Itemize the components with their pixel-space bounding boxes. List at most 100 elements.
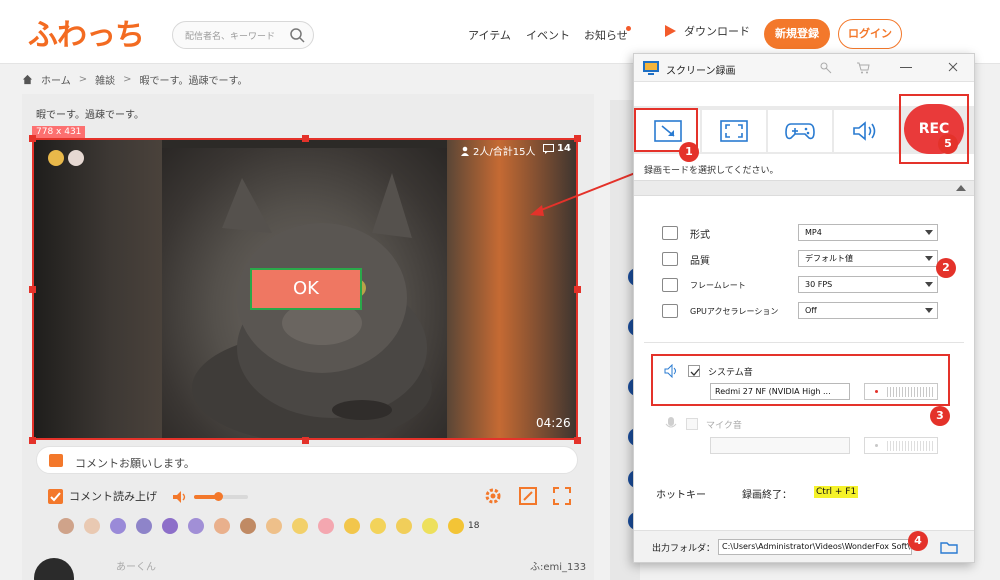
resize-handle[interactable] [574,437,581,444]
read-aloud-label: コメント読み上げ [69,490,157,503]
login-button[interactable]: ログイン [838,19,902,49]
hotkey-key[interactable]: Ctrl + F1 [814,486,859,498]
stamp-bar: 18 [58,518,479,534]
divider [644,342,964,343]
hotkey-label: ホットキー [656,490,706,501]
game-mode-button[interactable] [768,110,832,152]
output-folder-label: 出力フォルダ： [652,544,716,554]
volume-knob[interactable] [214,492,224,501]
gpu-icon [662,304,678,318]
stamp-icon[interactable] [58,518,74,534]
video-timecode: 04:26 [536,416,571,430]
register-button[interactable]: 新規登録 [764,19,830,49]
chevron-down-icon [925,256,933,261]
stamp-icon[interactable] [292,518,308,534]
mode-hint: 録画モードを選択してください。 [644,166,779,176]
viewer-count: 2人/合計15人 [460,143,535,158]
volume-control[interactable] [172,490,248,504]
site-logo[interactable]: ふわっち [28,12,145,53]
fullscreen-icon [720,120,748,142]
volume-slider[interactable] [194,492,248,501]
mic-label: マイク音 [706,420,742,431]
cart-icon[interactable] [856,62,870,74]
comment-icon [543,143,554,154]
comment-user-id: ふ:emi_133 [530,562,587,573]
comment-input[interactable]: コメントお願いします。 [36,446,578,474]
resize-handle[interactable] [574,135,581,142]
framerate-row: フレームレート [662,276,746,294]
collapse-arrow-icon[interactable] [956,185,966,191]
nav-items[interactable]: アイテム [468,27,511,43]
format-row: 形式 [662,224,710,242]
stamp-icon[interactable] [240,518,256,534]
checkmark-icon [50,491,61,501]
output-path-field[interactable]: C:\Users\Administrator\Videos\WonderFox … [718,539,912,555]
stamp-icon[interactable] [370,518,386,534]
breadcrumb-category[interactable]: 雑談 [95,72,115,87]
video-badges [48,150,84,166]
quality-row: 品質 [662,250,710,268]
stamp-icon[interactable] [162,518,178,534]
framerate-select[interactable]: 30 FPS [798,276,938,293]
comment-icon [49,454,63,467]
stamp-icon[interactable] [448,518,464,534]
annotation-badge-2: 2 [936,258,956,278]
resize-handle[interactable] [29,437,36,444]
stamp-icon[interactable] [188,518,204,534]
download-link[interactable]: ダウンロード [662,23,750,39]
gpu-select[interactable]: Off [798,302,938,319]
gamepad-icon [785,123,815,140]
read-aloud-toggle[interactable]: コメント読み上げ [48,488,157,504]
resize-handle[interactable] [29,135,36,142]
monitor-icon [643,61,659,75]
mic-checkbox[interactable] [686,418,698,430]
app-play-icon [665,25,676,37]
nav-notices[interactable]: お知らせ [584,27,628,43]
format-icon [662,226,678,240]
picture-in-picture-icon[interactable] [518,486,538,506]
annotation-box-5 [899,94,969,164]
resize-handle[interactable] [302,135,309,142]
search-icon[interactable] [289,27,305,43]
key-icon[interactable] [820,62,832,74]
stamp-icon[interactable] [136,518,152,534]
annotation-badge-4: 4 [908,531,928,551]
resize-handle[interactable] [302,437,309,444]
stamp-icon[interactable] [422,518,438,534]
mic-device-select[interactable] [710,437,850,454]
ok-button[interactable]: OK [250,268,362,310]
stamp-icon[interactable] [396,518,412,534]
settings-collapse-bar[interactable] [634,180,974,196]
stamp-icon[interactable] [110,518,126,534]
comment-placeholder: コメントお願いします。 [75,457,195,470]
fullscreen-icon[interactable] [552,486,572,506]
breadcrumb-current: 暇でーす。過疎でーす。 [139,75,248,87]
search-input[interactable]: 配信者名、キーワード [172,21,314,49]
framerate-icon [662,278,678,292]
stamp-icon[interactable] [318,518,334,534]
speaker-icon[interactable] [172,490,188,504]
stamp-icon[interactable] [214,518,230,534]
close-icon[interactable] [948,62,958,72]
stamp-icon[interactable] [84,518,100,534]
audio-mode-button[interactable] [834,110,898,152]
resize-handle[interactable] [574,286,581,293]
stamp-icon[interactable] [266,518,282,534]
read-aloud-checkbox[interactable] [48,488,63,504]
settings-gear-icon[interactable] [484,486,504,506]
stamp-icon[interactable] [344,518,360,534]
folder-icon[interactable] [940,540,958,554]
mic-row: マイク音 [664,416,742,432]
quality-select[interactable]: デフォルト値 [798,250,938,267]
resize-handle[interactable] [29,286,36,293]
comment-count: 14 [543,143,571,154]
minimize-icon[interactable] [900,67,912,68]
recorder-titlebar[interactable]: スクリーン録画 [634,54,974,82]
fullscreen-mode-button[interactable] [702,110,766,152]
nav-events[interactable]: イベント [526,27,570,43]
format-select[interactable]: MP4 [798,224,938,241]
annotation-badge-5: 5 [938,134,958,154]
player-tools [484,486,572,506]
stream-title: 暇でーす。過疎でーす。 [36,110,144,121]
breadcrumb-home[interactable]: ホーム [41,72,71,87]
